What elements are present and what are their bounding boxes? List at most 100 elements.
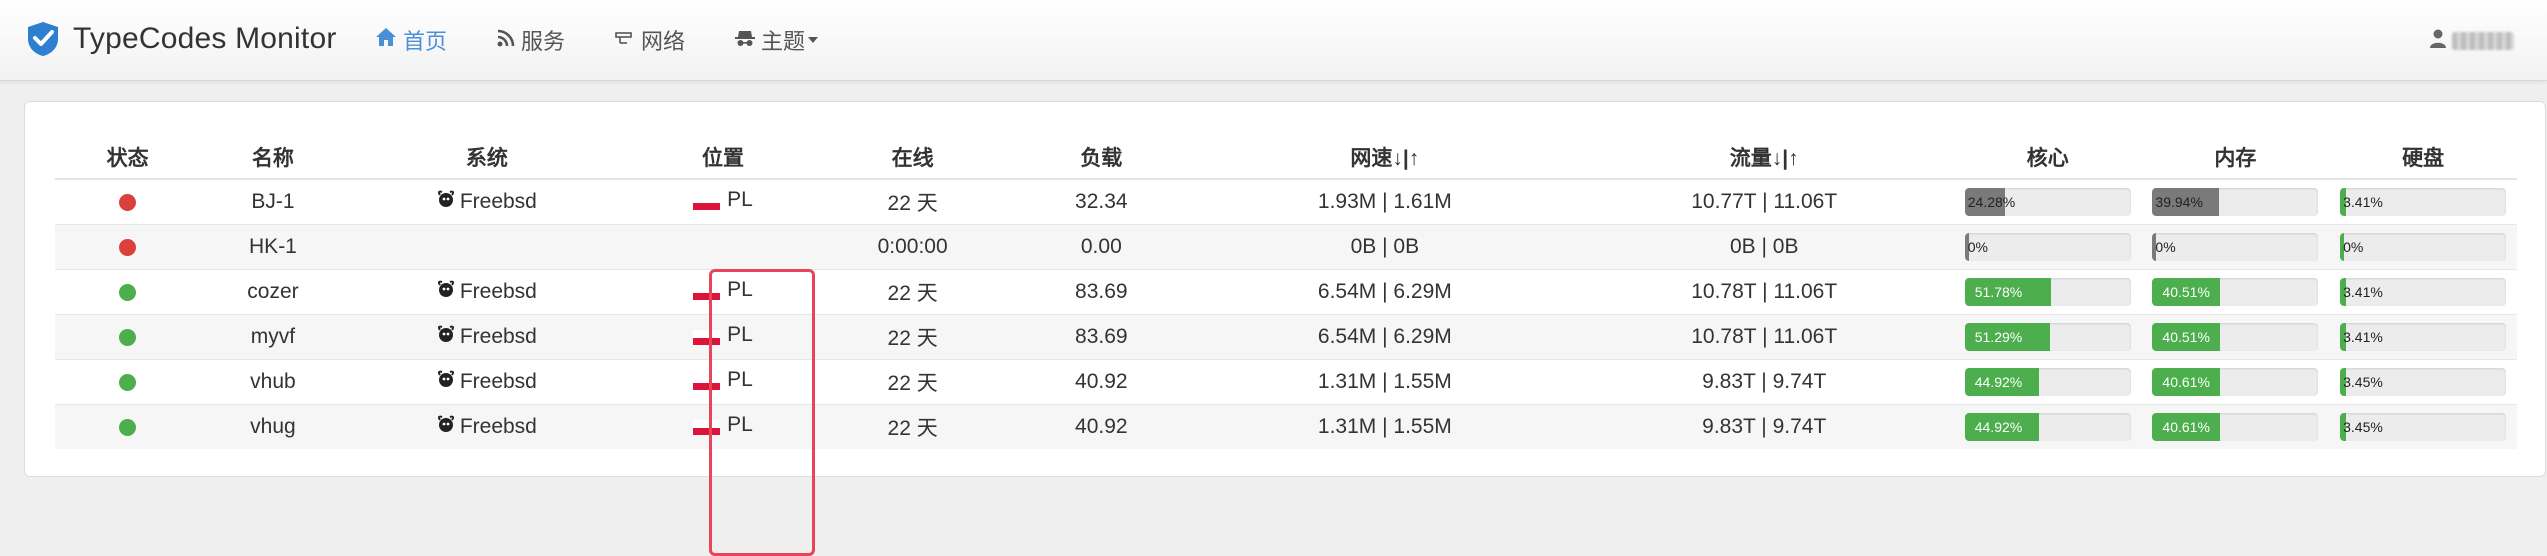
memory-progress-label: 40.61% <box>2162 419 2210 435</box>
os-wrap: Freebsd <box>437 415 537 439</box>
os-label: Freebsd <box>459 280 537 303</box>
cpu-progress-label: 44.92% <box>1974 374 2023 390</box>
col-disk[interactable]: 硬盘 <box>2329 136 2517 180</box>
cpu-cell: 51.78% <box>1953 269 2142 315</box>
freebsd-daemon-icon <box>437 280 460 304</box>
os-cell: Freebsd <box>345 359 629 405</box>
table-row[interactable]: vhub Freebsd PL 22 天 40.92 1.31M | 1.55M… <box>55 359 2517 405</box>
cpu-progress-label: 51.29% <box>1974 329 2023 345</box>
col-traffic[interactable]: 流量↓|↑ <box>1574 136 1954 180</box>
username-redacted <box>2452 31 2514 50</box>
brand-title: TypeCodes Monitor <box>73 22 337 55</box>
disk-cell: 3.41% <box>2329 178 2517 225</box>
name-cell: HK-1 <box>200 224 346 270</box>
nav-network[interactable]: 网络 <box>615 24 685 56</box>
nav-services[interactable]: 服务 <box>497 24 565 56</box>
uptime-cell: 22 天 <box>817 269 1008 315</box>
col-speed[interactable]: 网速↓|↑ <box>1195 136 1575 180</box>
memory-cell: 40.61% <box>2141 359 2330 405</box>
nav-home[interactable]: 首页 <box>375 24 447 56</box>
memory-progress-label: 40.51% <box>2162 329 2210 345</box>
nav-network-label: 网络 <box>641 29 686 54</box>
location-cell: PL <box>628 178 818 225</box>
navbar: TypeCodes Monitor 首页 服务 网络 主题 <box>0 0 2547 81</box>
cpu-progress-bar: 51.78% <box>1964 278 2131 306</box>
os-cell: Freebsd <box>345 404 629 449</box>
cpu-progress-bar: 24.28% <box>1964 188 2131 216</box>
speed-cell: 1.31M | 1.55M <box>1195 404 1575 449</box>
cpu-progress-label: 0% <box>1967 239 1988 255</box>
memory-cell: 40.51% <box>2141 314 2330 360</box>
location-label: PL <box>727 187 753 211</box>
col-load[interactable]: 负载 <box>1007 136 1196 180</box>
name-cell: myvf <box>200 314 346 360</box>
cpu-progress-bar: 44.92% <box>1964 368 2131 396</box>
memory-progress-label: 40.61% <box>2162 374 2210 390</box>
brand[interactable]: TypeCodes Monitor <box>27 21 337 57</box>
traffic-cell: 9.83T | 9.74T <box>1574 404 1954 449</box>
col-status[interactable]: 状态 <box>55 136 201 180</box>
status-dot-icon <box>119 193 137 211</box>
cpu-cell: 44.92% <box>1953 359 2142 405</box>
network-icon <box>615 27 641 53</box>
col-name[interactable]: 名称 <box>200 136 346 180</box>
os-label: Freebsd <box>459 325 537 348</box>
os-label: Freebsd <box>459 370 537 393</box>
status-cell <box>55 178 201 225</box>
cpu-progress-label: 51.78% <box>1974 284 2023 300</box>
disk-progress-label: 0% <box>2343 239 2364 255</box>
disk-progress-label: 3.45% <box>2343 419 2383 435</box>
col-os[interactable]: 系统 <box>345 136 629 180</box>
status-dot-icon <box>119 418 137 436</box>
memory-progress-bar: 40.61% <box>2152 413 2319 441</box>
col-uptime[interactable]: 在线 <box>817 136 1008 180</box>
location-wrap: PL <box>693 188 753 212</box>
table-row[interactable]: BJ-1 Freebsd PL 22 天 32.34 1.93M | 1.61M… <box>55 178 2517 225</box>
disk-progress-bar: 3.41% <box>2340 323 2507 351</box>
disk-cell: 3.45% <box>2329 359 2517 405</box>
load-cell: 40.92 <box>1007 404 1196 449</box>
os-cell <box>345 224 629 270</box>
uptime-cell: 22 天 <box>817 404 1008 449</box>
server-table: 状态 名称 系统 位置 在线 负载 网速↓|↑ 流量↓|↑ 核心 内存 硬盘 B… <box>55 136 2517 449</box>
table-header-row: 状态 名称 系统 位置 在线 负载 网速↓|↑ 流量↓|↑ 核心 内存 硬盘 <box>55 136 2517 180</box>
user-menu[interactable] <box>2430 28 2514 53</box>
cpu-progress-label: 44.92% <box>1974 419 2023 435</box>
traffic-cell: 10.77T | 11.06T <box>1574 178 1954 225</box>
memory-progress-bar: 40.61% <box>2152 368 2319 396</box>
table-row[interactable]: vhug Freebsd PL 22 天 40.92 1.31M | 1.55M… <box>55 404 2517 449</box>
location-label: PL <box>727 322 753 346</box>
speed-cell: 6.54M | 6.29M <box>1195 314 1575 360</box>
disk-progress-bar: 3.45% <box>2340 413 2507 441</box>
cpu-progress-bar: 0% <box>1964 233 2131 261</box>
location-cell: PL <box>628 359 818 405</box>
location-wrap: PL <box>693 323 753 347</box>
location-label: PL <box>727 277 753 301</box>
table-row[interactable]: myvf Freebsd PL 22 天 83.69 6.54M | 6.29M… <box>55 314 2517 360</box>
os-label: Freebsd <box>459 190 537 213</box>
disk-progress-bar: 3.41% <box>2340 278 2507 306</box>
memory-progress-label: 39.94% <box>2155 194 2203 210</box>
disk-cell: 3.45% <box>2329 404 2517 449</box>
cpu-progress-bar: 44.92% <box>1964 413 2131 441</box>
disk-progress-bar: 0% <box>2340 233 2507 261</box>
disk-cell: 3.41% <box>2329 314 2517 360</box>
memory-progress-bar: 39.94% <box>2152 188 2319 216</box>
memory-cell: 40.61% <box>2141 404 2330 449</box>
table-row[interactable]: HK-1 0:00:00 0.00 0B | 0B 0B | 0B 0% 0% … <box>55 224 2517 270</box>
name-cell: vhub <box>200 359 346 405</box>
nav-theme-dropdown[interactable]: 主题 <box>735 24 819 56</box>
table-row[interactable]: cozer Freebsd PL 22 天 83.69 6.54M | 6.29… <box>55 269 2517 315</box>
col-location[interactable]: 位置 <box>628 136 818 180</box>
load-cell: 0.00 <box>1007 224 1196 270</box>
location-cell <box>628 224 818 270</box>
col-cpu[interactable]: 核心 <box>1953 136 2142 180</box>
name-cell: vhug <box>200 404 346 449</box>
home-icon <box>375 27 403 53</box>
col-memory[interactable]: 内存 <box>2141 136 2330 180</box>
disk-cell: 3.41% <box>2329 269 2517 315</box>
traffic-cell: 9.83T | 9.74T <box>1574 359 1954 405</box>
traffic-cell: 10.78T | 11.06T <box>1574 314 1954 360</box>
load-cell: 32.34 <box>1007 178 1196 225</box>
poland-flag-icon <box>693 195 721 211</box>
